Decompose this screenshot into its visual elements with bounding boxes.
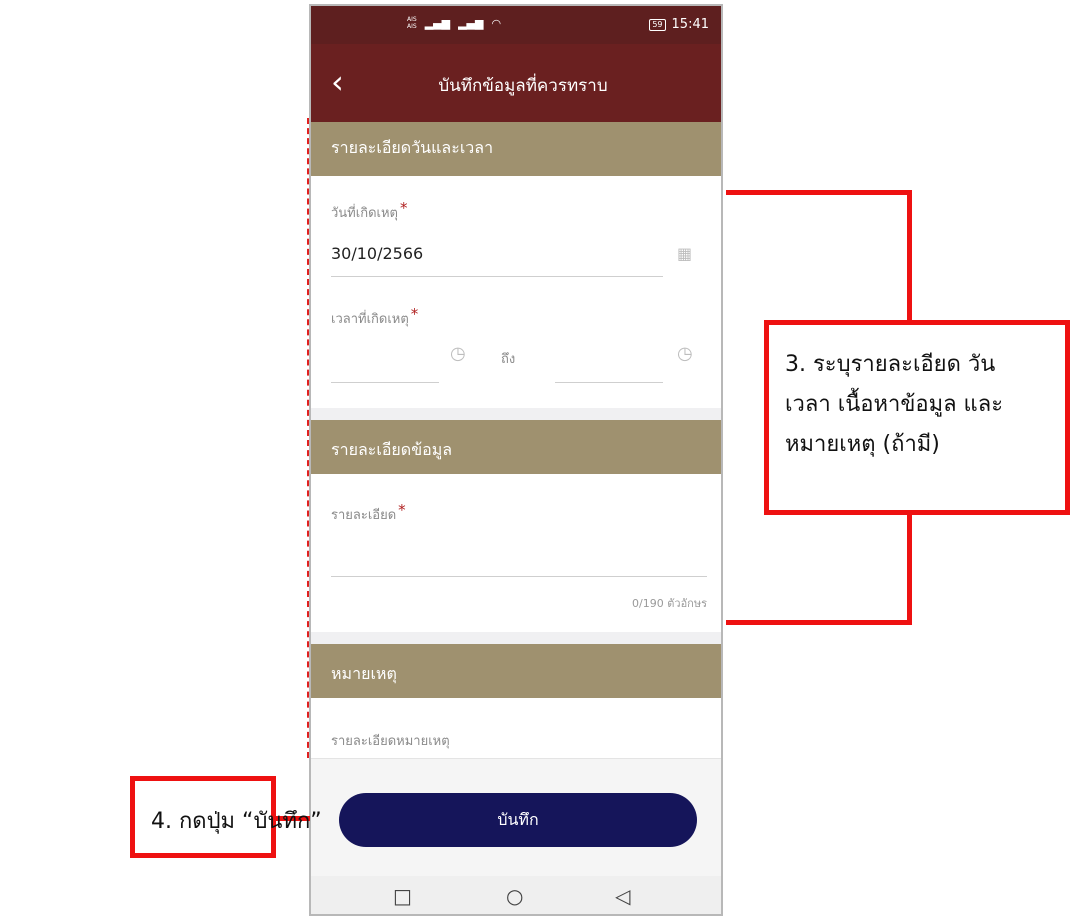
save-button[interactable]: บันทึก bbox=[339, 793, 697, 847]
step3-callout: 3. ระบุรายละเอียด วัน เวลา เนื้อหาข้อมูล… bbox=[764, 320, 1070, 515]
step4-text: 4. กดปุ่ม “บันทึก” bbox=[151, 809, 322, 834]
phone-screen: AIS AIS ▂▄▆ ▂▄▆ ◠ 59 15:41 ‹ บันทึกข้อมูล… bbox=[309, 4, 723, 916]
char-counter: 0/190 ตัวอักษร bbox=[632, 597, 707, 610]
battery-icon: 59 bbox=[649, 18, 666, 31]
time-to-label: ถึง bbox=[501, 352, 516, 367]
date-underline bbox=[331, 276, 663, 277]
clock: 15:41 bbox=[671, 17, 709, 32]
time-label: เวลาที่เกิดเหตุ * bbox=[331, 305, 419, 327]
date-label: วันที่เกิดเหตุ * bbox=[331, 199, 408, 221]
section-gap bbox=[311, 632, 721, 644]
status-bar: AIS AIS ▂▄▆ ▂▄▆ ◠ 59 15:41 bbox=[311, 6, 721, 44]
recent-apps-icon[interactable]: □ bbox=[393, 884, 412, 908]
clock-icon[interactable]: ◷ bbox=[677, 344, 693, 364]
detail-card: รายละเอียด * 0/190 ตัวอักษร bbox=[311, 474, 721, 632]
note-card: รายละเอียดหมายเหตุ bbox=[311, 698, 721, 758]
note-input[interactable]: รายละเอียดหมายเหตุ bbox=[331, 730, 450, 751]
home-icon[interactable]: ○ bbox=[506, 884, 523, 908]
section-gap bbox=[311, 408, 721, 420]
app-header: ‹ บันทึกข้อมูลที่ควรทราบ bbox=[311, 44, 721, 122]
time-end-field[interactable] bbox=[555, 382, 663, 383]
datetime-card: วันที่เกิดเหตุ * 30/10/2566 ▦ เวลาที่เกิด… bbox=[311, 176, 721, 408]
signal-icon: ▂▄▆ bbox=[458, 16, 484, 30]
annotation-dashed-line bbox=[307, 118, 309, 758]
step4-callout: 4. กดปุ่ม “บันทึก” bbox=[130, 776, 322, 858]
page-title: บันทึกข้อมูลที่ควรทราบ bbox=[438, 76, 608, 96]
section-header-detail: รายละเอียดข้อมูล bbox=[311, 420, 721, 474]
section-header-datetime: รายละเอียดวันและเวลา bbox=[311, 122, 721, 176]
status-right: 59 15:41 bbox=[649, 17, 709, 32]
clock-icon[interactable]: ◷ bbox=[450, 344, 466, 364]
detail-input[interactable] bbox=[331, 576, 707, 577]
system-nav-bar: □ ○ ◁ bbox=[311, 876, 721, 914]
date-field[interactable]: 30/10/2566 bbox=[331, 244, 423, 263]
signal-icon: ▂▄▆ bbox=[424, 16, 451, 30]
step3-line: หมายเหตุ (ถ้ามี) bbox=[785, 432, 940, 457]
section-header-note: หมายเหตุ bbox=[311, 644, 721, 698]
time-start-field[interactable] bbox=[331, 382, 439, 383]
back-nav-icon[interactable]: ◁ bbox=[615, 884, 630, 908]
wifi-icon: ◠ bbox=[491, 16, 502, 30]
annotation-connector bbox=[907, 190, 912, 322]
signal-indicators: AIS AIS ▂▄▆ ▂▄▆ ◠ bbox=[407, 16, 501, 30]
annotation-connector bbox=[726, 190, 912, 195]
calendar-icon[interactable]: ▦ bbox=[677, 244, 692, 264]
annotation-connector bbox=[726, 620, 912, 625]
annotation-connector bbox=[907, 512, 912, 624]
detail-label: รายละเอียด * bbox=[331, 501, 406, 523]
step3-line: เวลา เนื้อหาข้อมูล และ bbox=[785, 392, 1004, 417]
bottom-bar: บันทึก bbox=[311, 758, 721, 877]
step3-line: 3. ระบุรายละเอียด วัน bbox=[785, 352, 996, 377]
carrier-label: AIS AIS bbox=[407, 16, 417, 30]
